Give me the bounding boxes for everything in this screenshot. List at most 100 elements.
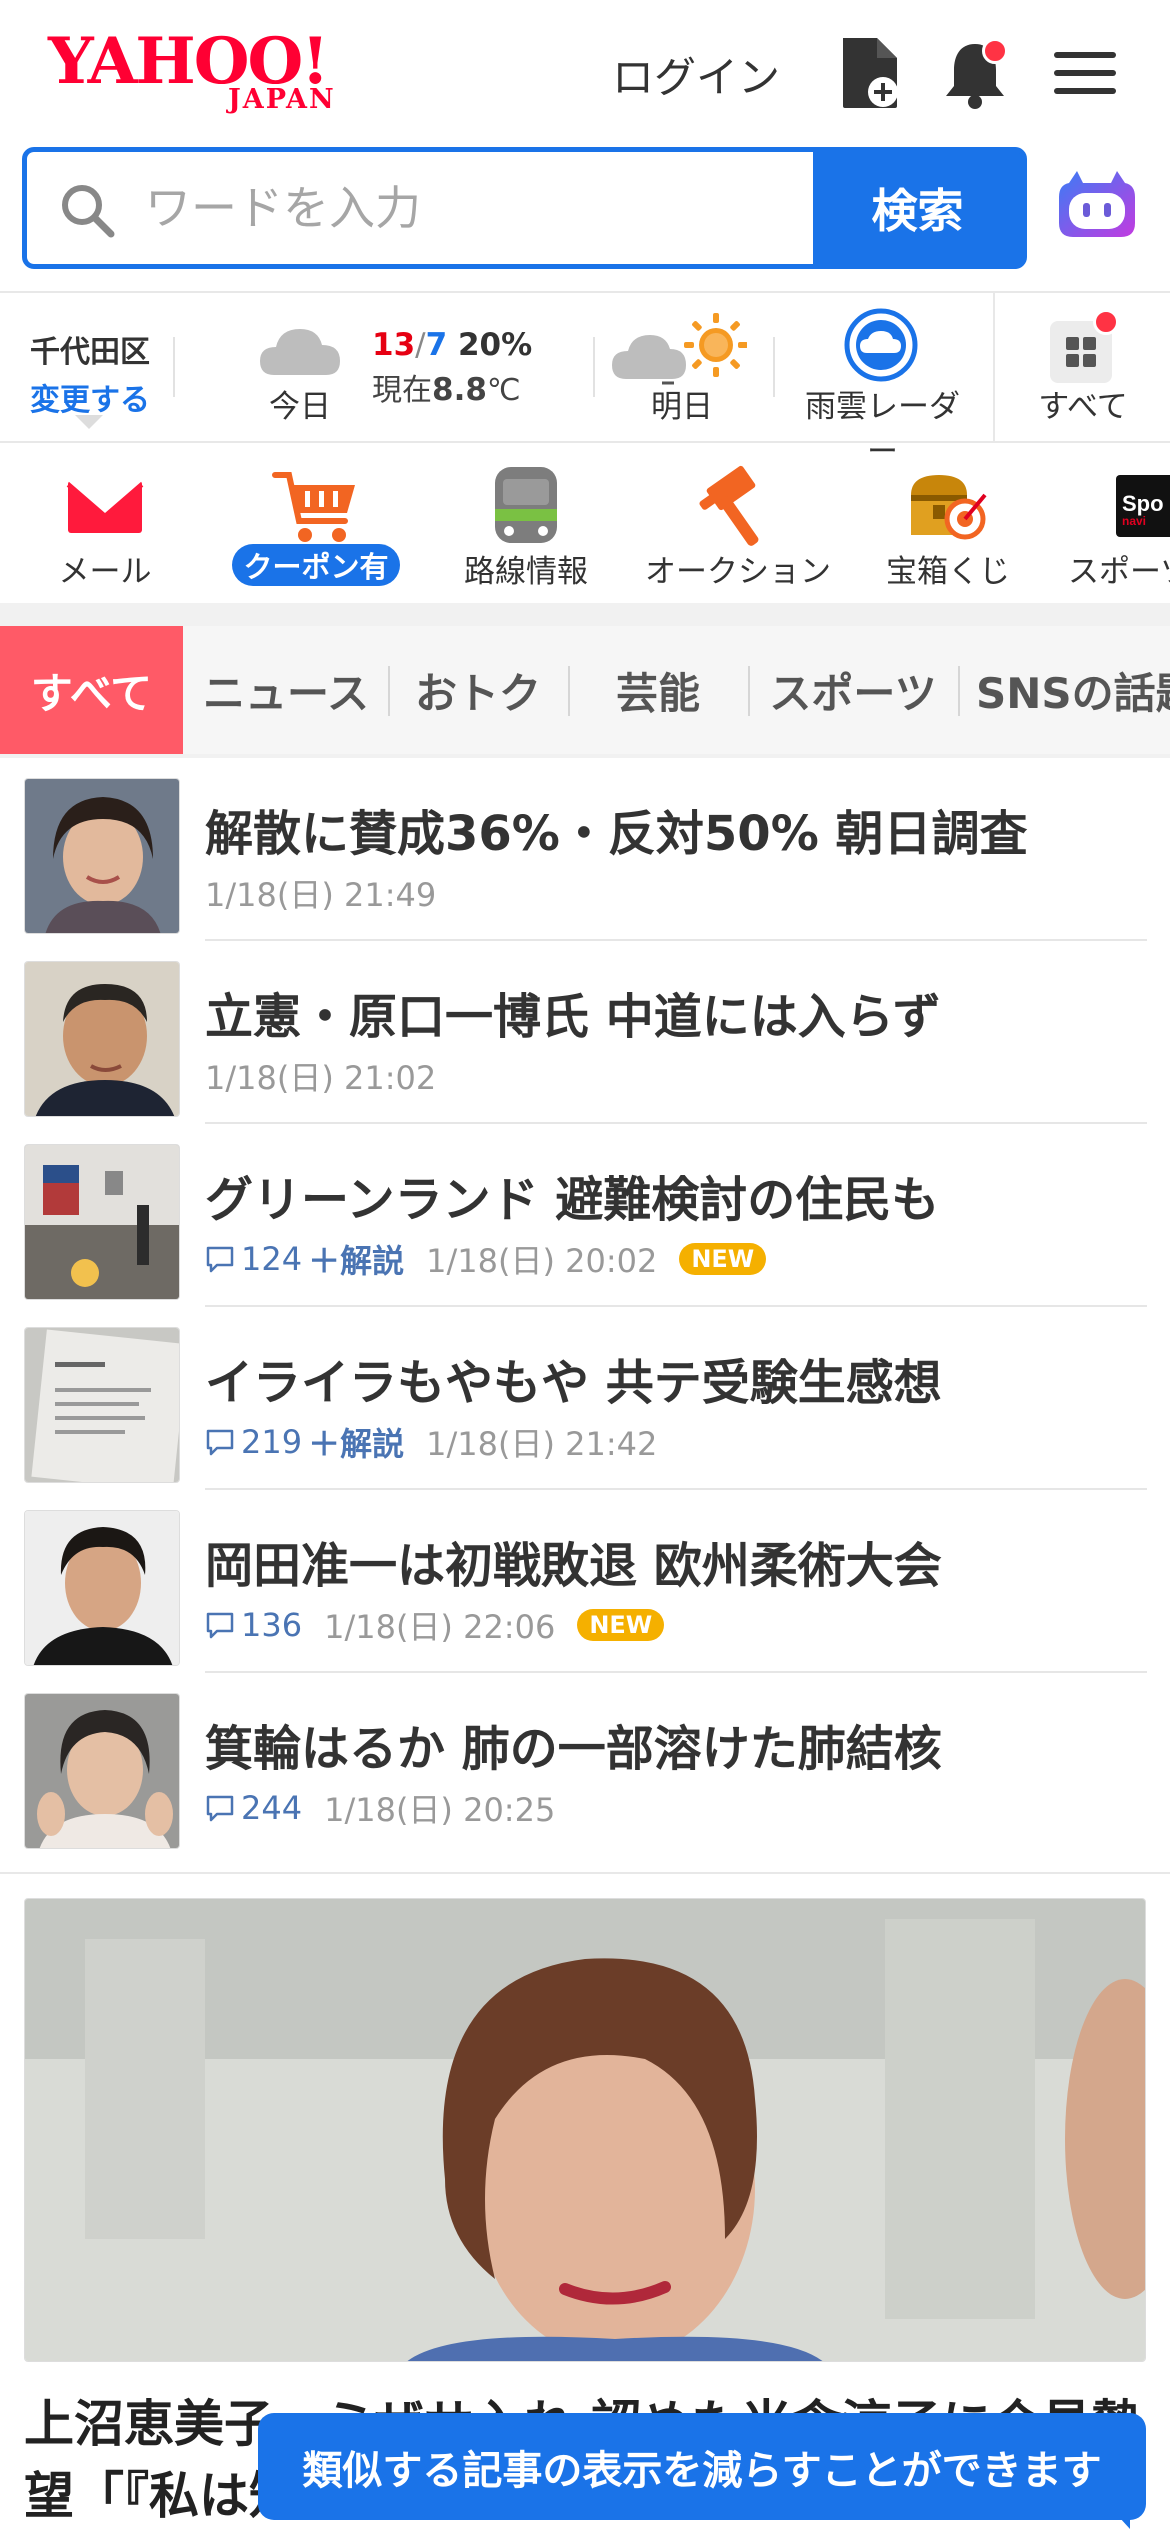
news-date: 1/18(日) 21:49 — [205, 876, 437, 914]
news-thumbnail — [24, 1510, 180, 1666]
comment-count[interactable]: 219 ＋解説 — [205, 1419, 404, 1465]
temperature-range: 13/7 20% — [372, 327, 532, 363]
feature-image[interactable] — [24, 1898, 1146, 2362]
search-field[interactable] — [27, 152, 813, 264]
current-temp-value: 8.8 — [432, 372, 487, 408]
logo-sub-text: JAPAN — [228, 84, 336, 115]
service-label: スポーツ — [1068, 554, 1170, 590]
train-icon — [481, 461, 571, 551]
tab-entertainment[interactable]: 芸能 — [570, 626, 746, 754]
separator — [773, 337, 775, 397]
change-location-link[interactable]: 変更する — [25, 375, 155, 419]
news-thumbnail — [24, 1327, 180, 1483]
news-item[interactable]: 解散に賛成36%・反対50% 朝日調査 1/18(日) 21:49 — [0, 758, 1170, 941]
tooltip-toast[interactable]: 類似する記事の表示を減らすことができます — [258, 2413, 1146, 2520]
services-bar: メール クーポン有 路線情報 オークション 宝箱くじ Spo navi スポー — [0, 443, 1170, 603]
tab-news[interactable]: ニュース — [186, 626, 386, 754]
comment-icon — [206, 1795, 234, 1822]
tab-sports[interactable]: スポーツ — [750, 626, 956, 754]
coupon-badge[interactable]: クーポン有 — [232, 544, 400, 586]
notification-bell-icon[interactable] — [940, 34, 1010, 112]
service-label: オークション — [645, 554, 831, 590]
comment-icon — [206, 1612, 234, 1639]
location-name: 千代田区 — [30, 335, 150, 370]
tomorrow-label: 明日 — [651, 389, 713, 425]
news-date: 1/18(日) 21:02 — [205, 1059, 437, 1097]
news-title: 箕輪はるか 肺の一部溶けた肺結核 — [205, 1721, 942, 1777]
yahoo-japan-logo[interactable]: YAHOO! JAPAN — [48, 30, 363, 116]
all-services-label: すべて — [1038, 389, 1128, 425]
rain-chance: 20% — [457, 327, 533, 363]
commentary-label: ＋解説 — [308, 1242, 405, 1280]
auction-hammer-icon — [693, 461, 783, 551]
temp-high: 13 — [372, 327, 416, 363]
login-link[interactable]: ログイン — [612, 44, 780, 105]
service-label: 路線情報 — [464, 554, 588, 590]
rain-radar-icon[interactable] — [843, 307, 919, 383]
notification-dot — [982, 38, 1008, 64]
service-label: 宝箱くじ — [886, 554, 1010, 590]
service-transit[interactable]: 路線情報 — [426, 443, 626, 603]
ai-assistant-icon[interactable] — [1055, 165, 1139, 249]
separator — [593, 337, 595, 397]
separator — [173, 337, 175, 397]
news-date: 1/18(日) 22:06 — [324, 1608, 556, 1646]
service-sports[interactable]: Spo navi スポーツ — [1058, 443, 1170, 603]
comment-icon — [206, 1429, 234, 1456]
news-meta: 124 ＋解説 1/18(日) 20:02 NEW — [205, 1236, 767, 1282]
mail-icon — [60, 461, 150, 551]
news-item[interactable]: 立憲・原口一博氏 中道には入らず 1/18(日) 21:02 — [0, 941, 1170, 1124]
service-lottery[interactable]: 宝箱くじ — [848, 443, 1048, 603]
temp-low: 7 — [425, 327, 448, 363]
tabs-section: すべて ニュース おトク 芸能 スポーツ SNSの話題 — [0, 603, 1170, 758]
comment-count[interactable]: 124 ＋解説 — [205, 1236, 404, 1282]
sports-icon: Spo navi — [1108, 461, 1170, 551]
search-input[interactable] — [145, 152, 795, 264]
news-item[interactable]: 箕輪はるか 肺の一部溶けた肺結核 244 1/18(日) 20:25 — [0, 1673, 1170, 1856]
news-thumbnail — [24, 778, 180, 934]
location-block[interactable]: 千代田区 変更する — [25, 327, 155, 419]
service-mail[interactable]: メール — [5, 443, 205, 603]
search-button[interactable]: 検索 — [813, 152, 1022, 264]
tab-sns[interactable]: SNSの話題 — [962, 626, 1170, 754]
notification-dot — [1093, 309, 1119, 335]
news-meta: 136 1/18(日) 22:06 NEW — [205, 1602, 665, 1648]
news-title: グリーンランド 避難検討の住民も — [205, 1172, 940, 1228]
today-label: 今日 — [269, 389, 331, 425]
new-badge: NEW — [577, 1609, 665, 1641]
divider — [0, 1872, 1170, 1874]
dropdown-triangle-icon — [75, 415, 103, 429]
search-bar: 検索 — [22, 147, 1027, 269]
tab-all[interactable]: すべて — [0, 626, 183, 754]
news-title: 岡田准一は初戦敗退 欧州柔術大会 — [205, 1538, 942, 1594]
news-thumbnail — [24, 961, 180, 1117]
category-tabs: すべて ニュース おトク 芸能 スポーツ SNSの話題 — [0, 626, 1170, 754]
news-item[interactable]: イライラもやもや 共テ受験生感想 219 ＋解説 1/18(日) 21:42 — [0, 1307, 1170, 1490]
separator — [993, 293, 995, 441]
comment-count[interactable]: 244 — [205, 1789, 302, 1827]
news-item[interactable]: グリーンランド 避難検討の住民も 124 ＋解説 1/18(日) 20:02 N… — [0, 1124, 1170, 1307]
all-services-icon[interactable] — [1048, 309, 1119, 383]
svg-text:Spo: Spo — [1122, 491, 1164, 516]
temp-unit: ℃ — [486, 373, 521, 408]
news-meta: 1/18(日) 21:49 — [205, 870, 436, 916]
comment-icon — [206, 1246, 234, 1273]
temp-separator: / — [415, 327, 426, 363]
service-label: メール — [58, 554, 152, 590]
cloudy-icon[interactable] — [258, 315, 344, 385]
service-auction[interactable]: オークション — [638, 443, 838, 603]
news-date: 1/18(日) 20:02 — [426, 1242, 658, 1280]
comment-count[interactable]: 136 — [205, 1606, 302, 1644]
current-prefix: 現在 — [372, 373, 432, 408]
tab-deals[interactable]: おトク — [390, 626, 566, 754]
comment-number: 136 — [241, 1606, 303, 1644]
search-icon — [57, 180, 117, 240]
news-meta: 219 ＋解説 1/18(日) 21:42 — [205, 1419, 657, 1465]
news-item[interactable]: 岡田准一は初戦敗退 欧州柔術大会 136 1/18(日) 22:06 NEW — [0, 1490, 1170, 1673]
svg-text:navi: navi — [1122, 514, 1146, 528]
shopping-cart-icon — [271, 461, 361, 551]
hamburger-menu-icon[interactable] — [1050, 34, 1120, 112]
add-document-icon[interactable] — [835, 34, 905, 112]
treasure-box-icon — [903, 461, 993, 551]
tab-separator — [958, 666, 960, 716]
